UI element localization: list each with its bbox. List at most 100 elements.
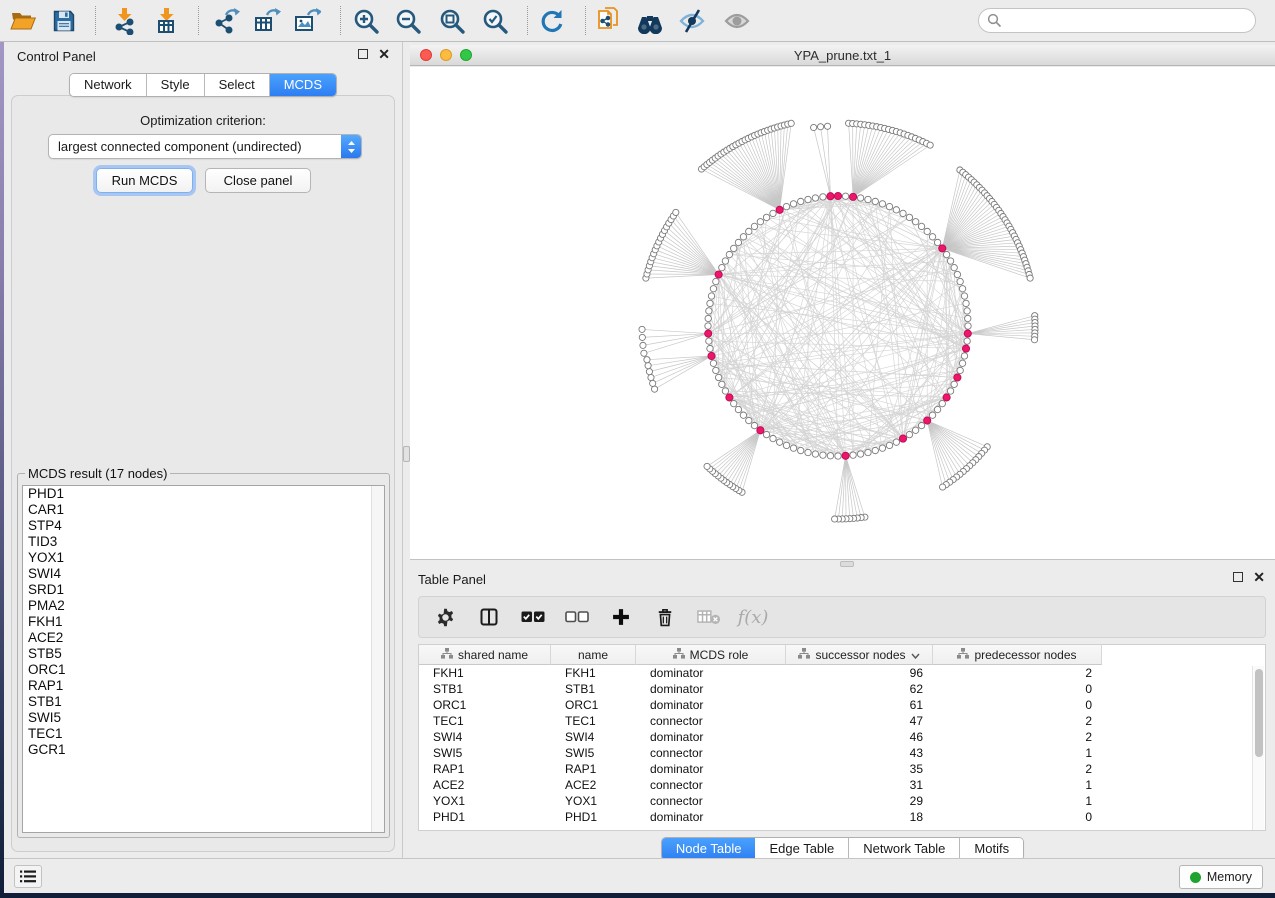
table-cell[interactable]: 1 xyxy=(933,746,1102,760)
graph-node[interactable] xyxy=(820,194,826,200)
list-item[interactable]: YOX1 xyxy=(23,550,384,566)
table-row[interactable]: TEC1TEC1connector472 xyxy=(419,713,1265,729)
table-cell[interactable]: 0 xyxy=(933,682,1102,696)
graph-node[interactable] xyxy=(1031,337,1037,343)
graph-node[interactable] xyxy=(746,228,752,234)
graph-node[interactable] xyxy=(770,435,776,441)
list-item[interactable]: CAR1 xyxy=(23,502,384,518)
graph-node[interactable] xyxy=(965,315,971,321)
optimization-criterion-select[interactable]: largest connected component (undirected) xyxy=(48,134,362,159)
table-cell[interactable]: ORC1 xyxy=(419,698,551,712)
list-item[interactable]: ACE2 xyxy=(23,630,384,646)
graph-node[interactable] xyxy=(735,406,741,412)
list-item[interactable]: SWI5 xyxy=(23,710,384,726)
tab-node-table[interactable]: Node Table xyxy=(662,838,756,860)
graph-node[interactable] xyxy=(951,381,957,387)
graph-node[interactable] xyxy=(964,308,970,314)
graph-node[interactable] xyxy=(790,201,796,207)
clone-network-icon[interactable] xyxy=(592,5,626,37)
save-session-icon[interactable] xyxy=(47,5,81,37)
graph-node[interactable] xyxy=(820,452,826,458)
vertical-splitter[interactable] xyxy=(402,42,410,858)
table-cell[interactable]: PHD1 xyxy=(419,810,551,824)
network-window-titlebar[interactable]: YPA_prune.txt_1 xyxy=(410,45,1275,66)
close-panel-icon[interactable]: ✕ xyxy=(378,49,390,59)
graph-node[interactable] xyxy=(812,195,818,201)
graph-node[interactable] xyxy=(927,142,933,148)
table-cell[interactable]: 43 xyxy=(786,746,933,760)
graph-node[interactable] xyxy=(641,350,647,356)
graph-node[interactable] xyxy=(964,338,970,344)
network-canvas[interactable] xyxy=(410,67,1275,560)
close-panel-icon[interactable]: ✕ xyxy=(1253,572,1265,582)
graph-node[interactable] xyxy=(811,124,817,130)
float-panel-icon[interactable] xyxy=(1233,572,1243,582)
graph-node[interactable] xyxy=(805,449,811,455)
graph-node[interactable] xyxy=(957,367,963,373)
graph-node[interactable] xyxy=(783,442,789,448)
table-cell[interactable]: 18 xyxy=(786,810,933,824)
graph-node[interactable] xyxy=(900,210,906,216)
graph-node[interactable] xyxy=(886,203,892,209)
list-item[interactable]: STP4 xyxy=(23,518,384,534)
table-cell[interactable]: SWI4 xyxy=(551,730,636,744)
graph-node[interactable] xyxy=(651,386,657,392)
import-table-icon[interactable] xyxy=(149,5,183,37)
graph-node[interactable] xyxy=(906,431,912,437)
run-mcds-button[interactable]: Run MCDS xyxy=(96,168,193,193)
graph-node[interactable] xyxy=(710,360,716,366)
graph-node[interactable] xyxy=(646,369,652,375)
graph-node[interactable] xyxy=(965,323,971,329)
column-header-mcds-role[interactable]: MCDS role xyxy=(636,645,786,665)
graph-node[interactable] xyxy=(722,388,728,394)
graph-node[interactable] xyxy=(731,245,737,251)
table-cell[interactable]: FKH1 xyxy=(551,666,636,680)
graph-hub-node[interactable] xyxy=(776,206,783,213)
table-row[interactable]: FKH1FKH1dominator962 xyxy=(419,665,1265,681)
graph-node[interactable] xyxy=(893,439,899,445)
graph-node[interactable] xyxy=(961,353,967,359)
table-cell[interactable]: dominator xyxy=(636,810,786,824)
graph-node[interactable] xyxy=(673,209,679,215)
table-cell[interactable]: 96 xyxy=(786,666,933,680)
table-row[interactable]: SWI5SWI5connector431 xyxy=(419,745,1265,761)
open-file-icon[interactable] xyxy=(6,5,40,37)
tab-network-table[interactable]: Network Table xyxy=(849,838,960,860)
table-row[interactable]: ORC1ORC1dominator610 xyxy=(419,697,1265,713)
graph-node[interactable] xyxy=(812,451,818,457)
result-list-scrollbar[interactable] xyxy=(371,486,384,832)
graph-node[interactable] xyxy=(947,258,953,264)
table-cell[interactable]: 2 xyxy=(933,714,1102,728)
table-cell[interactable]: connector xyxy=(636,778,786,792)
export-network-icon[interactable] xyxy=(210,5,244,37)
zoom-in-icon[interactable] xyxy=(349,5,383,37)
table-cell[interactable]: dominator xyxy=(636,666,786,680)
export-image-icon[interactable] xyxy=(290,5,324,37)
list-item[interactable]: SWI4 xyxy=(23,566,384,582)
table-cell[interactable]: ORC1 xyxy=(551,698,636,712)
delete-column-icon[interactable] xyxy=(653,605,677,629)
scrollbar-thumb[interactable] xyxy=(1255,669,1263,757)
graph-node[interactable] xyxy=(934,239,940,245)
tab-style[interactable]: Style xyxy=(147,74,205,96)
graph-node[interactable] xyxy=(740,234,746,240)
graph-hub-node[interactable] xyxy=(954,374,961,381)
table-cell[interactable]: RAP1 xyxy=(551,762,636,776)
graph-node[interactable] xyxy=(954,271,960,277)
table-cell[interactable]: 2 xyxy=(933,762,1102,776)
table-cell[interactable]: 62 xyxy=(786,682,933,696)
graph-node[interactable] xyxy=(879,201,885,207)
graph-node[interactable] xyxy=(783,203,789,209)
show-columns-icon[interactable] xyxy=(477,605,501,629)
graph-node[interactable] xyxy=(951,264,957,270)
table-cell[interactable]: 0 xyxy=(933,810,1102,824)
zoom-selected-icon[interactable] xyxy=(478,5,512,37)
graph-hub-node[interactable] xyxy=(924,417,931,424)
graph-node[interactable] xyxy=(644,357,650,363)
graph-node[interactable] xyxy=(832,516,838,522)
graph-node[interactable] xyxy=(776,439,782,445)
table-cell[interactable]: 2 xyxy=(933,666,1102,680)
table-scrollbar[interactable] xyxy=(1252,666,1264,830)
graph-node[interactable] xyxy=(715,374,721,380)
table-cell[interactable]: 2 xyxy=(933,730,1102,744)
